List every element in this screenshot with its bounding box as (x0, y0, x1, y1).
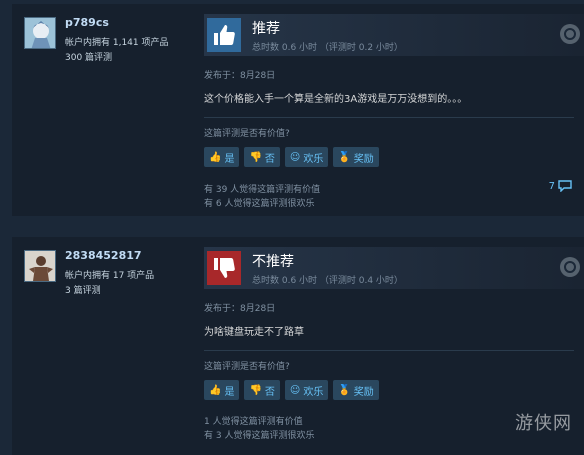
award-icon: 🏅 (338, 151, 351, 163)
comment-count: 7 (548, 180, 555, 192)
thumbs-up-icon: 👍 (209, 384, 222, 396)
avatar[interactable] (24, 17, 56, 49)
helpful-no-button[interactable]: 👎 否 (244, 380, 280, 400)
author-name[interactable]: p789cs (65, 16, 109, 29)
divider (204, 117, 574, 118)
rating-buttons: 👍 是 👎 否 ☺ 欢乐 🏅 奖励 (204, 380, 379, 400)
award-button[interactable]: 🏅 奖励 (333, 380, 379, 400)
review-author: p789cs 帐户内拥有 1,141 项产品 300 篇评测 (18, 10, 200, 70)
posted-date: 发布于：8月28日 (204, 304, 276, 314)
avatar[interactable] (24, 250, 56, 282)
author-products[interactable]: 帐户内拥有 1,141 项产品 (65, 35, 169, 48)
review-card: 2838452817 帐户内拥有 17 项产品 3 篇评测 不推荐 总时数 0.… (12, 237, 584, 455)
award-button[interactable]: 🏅 奖励 (333, 147, 379, 167)
vote-title: 不推荐 (252, 254, 294, 270)
award-icon: 🏅 (338, 384, 351, 396)
posted-date: 发布于：8月28日 (204, 71, 276, 81)
author-products[interactable]: 帐户内拥有 17 项产品 (65, 268, 154, 281)
helpful-yes-button[interactable]: 👍 是 (204, 147, 240, 167)
playtime: 总时数 0.6 小时 （评测时 0.2 小时） (252, 43, 403, 53)
review-text: 为啥键盘玩走不了路草 (204, 327, 304, 338)
helpful-question: 这篇评测是否有价值? (204, 129, 290, 139)
thumbs-down-icon: 👎 (249, 384, 262, 396)
author-review-count[interactable]: 3 篇评测 (65, 283, 101, 296)
comment-icon (558, 180, 572, 192)
helpful-question: 这篇评测是否有价值? (204, 362, 290, 372)
helpful-count: 1 人觉得这篇评测有价值 (204, 417, 303, 427)
helpful-count: 有 39 人觉得这篇评测有价值 (204, 185, 321, 195)
vote-title: 推荐 (252, 21, 280, 37)
playtime: 总时数 0.6 小时 （评测时 0.4 小时） (252, 276, 403, 286)
button-label: 是 (224, 153, 235, 165)
funny-count: 有 3 人觉得这篇评测很欢乐 (204, 431, 315, 441)
thumbs-up-icon (207, 18, 241, 52)
button-label: 否 (264, 153, 275, 165)
smile-icon: ☺ (289, 384, 301, 396)
steam-icon (560, 257, 580, 277)
thumbs-down-icon: 👎 (249, 151, 262, 163)
divider (204, 350, 574, 351)
author-review-count[interactable]: 300 篇评测 (65, 50, 112, 63)
funny-button[interactable]: ☺ 欢乐 (284, 147, 329, 167)
helpful-no-button[interactable]: 👎 否 (244, 147, 280, 167)
thumbs-up-icon: 👍 (209, 151, 222, 163)
author-name[interactable]: 2838452817 (65, 249, 142, 262)
funny-button[interactable]: ☺ 欢乐 (284, 380, 329, 400)
helpful-yes-button[interactable]: 👍 是 (204, 380, 240, 400)
button-label: 欢乐 (303, 386, 324, 398)
review-author: 2838452817 帐户内拥有 17 项产品 3 篇评测 (18, 243, 200, 303)
button-label: 欢乐 (303, 153, 324, 165)
rating-buttons: 👍 是 👎 否 ☺ 欢乐 🏅 奖励 (204, 147, 379, 167)
steam-icon (560, 24, 580, 44)
button-label: 否 (264, 386, 275, 398)
comments-link[interactable]: 7 (549, 180, 572, 192)
watermark-logo: 游侠网 (515, 413, 572, 434)
smile-icon: ☺ (289, 151, 301, 163)
vote-header[interactable]: 不推荐 总时数 0.6 小时 （评测时 0.4 小时） (204, 247, 584, 289)
button-label: 是 (224, 386, 235, 398)
button-label: 奖励 (353, 386, 374, 398)
review-card: p789cs 帐户内拥有 1,141 项产品 300 篇评测 推荐 总时数 0.… (12, 4, 584, 216)
button-label: 奖励 (353, 153, 374, 165)
review-text: 这个价格能入手一个算是全新的3A游戏是万万没想到的。。。 (204, 94, 468, 105)
thumbs-down-icon (207, 251, 241, 285)
vote-header[interactable]: 推荐 总时数 0.6 小时 （评测时 0.2 小时） (204, 14, 584, 56)
funny-count: 有 6 人觉得这篇评测很欢乐 (204, 199, 315, 209)
